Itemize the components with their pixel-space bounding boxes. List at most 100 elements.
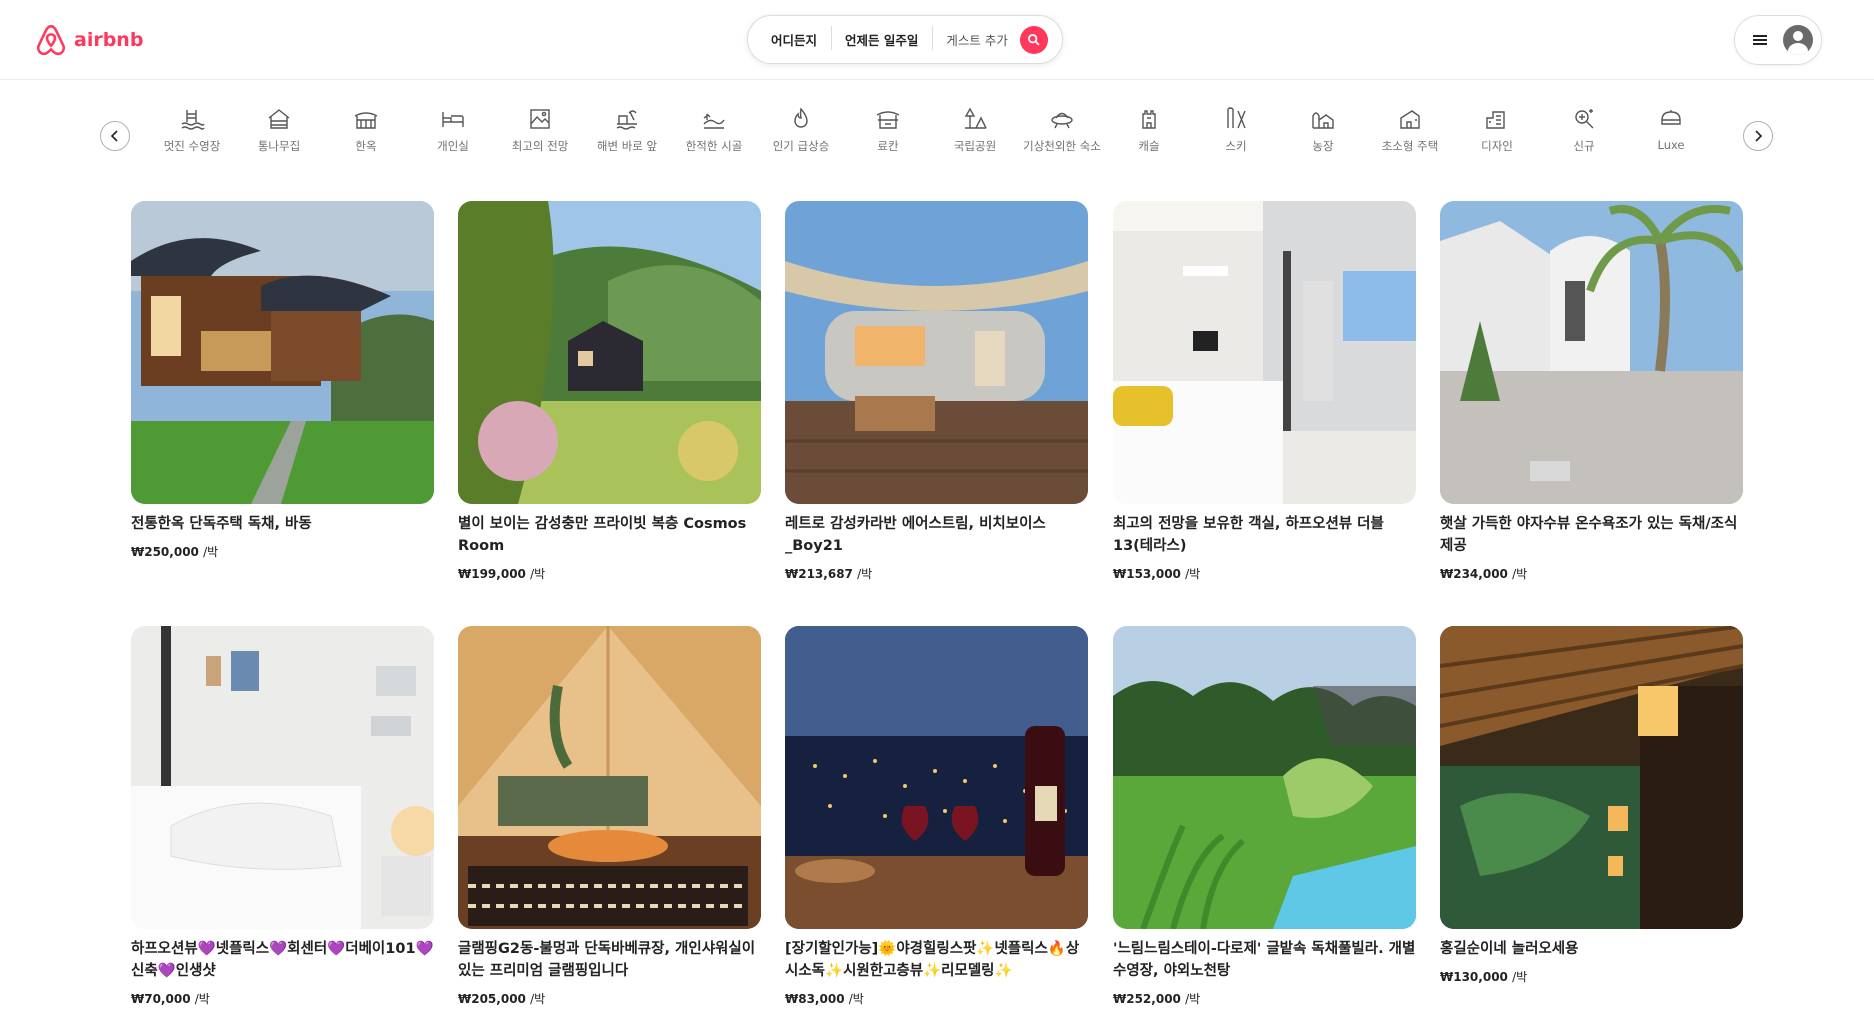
ski-icon [1227, 107, 1246, 129]
listing-price: ₩234,000 /박 [1440, 565, 1743, 582]
chevron-right-icon [1755, 130, 1763, 142]
listing-title[interactable]: 최고의 전망을 보유한 객실, 하프오션뷰 더블13(테라스) [1113, 513, 1416, 557]
category-list: 멋진 수영장 통나무집 한옥 개인실 최고의 전망 해변 바로 앞 한적한 시골 [137, 100, 1743, 170]
category-label: 최고의 전망 [511, 139, 569, 153]
hamburger-menu-icon [1753, 35, 1767, 45]
airbnb-logo[interactable]: airbnb [34, 22, 143, 58]
category-prev-button[interactable] [100, 121, 130, 151]
price-value: ₩250,000 [131, 545, 199, 559]
listing-title[interactable]: 글램핑G2동-불멍과 단독바베큐장, 개인샤워실이 있는 프리미엄 글램핑입니다 [458, 938, 761, 982]
listing-photo[interactable] [458, 626, 761, 929]
search-guests[interactable]: 게스트 추가 [932, 26, 1017, 50]
brand-name: airbnb [74, 29, 144, 51]
listing-card[interactable]: [장기할인가능]🌞야경힐링스팟✨넷플릭스🔥상시소독✨시원한고층뷰✨리모델링✨ ₩… [785, 626, 1088, 1007]
listing-card[interactable]: 홍길순이네 놀러오세용 ₩130,000 /박 [1440, 626, 1743, 985]
tiny-home-icon [1400, 110, 1420, 129]
category-label: 농장 [1312, 139, 1334, 153]
listing-title[interactable]: '느림느림스테이-다로제' 글밭속 독채풀빌라. 개별수영장, 야외노천탕 [1113, 938, 1416, 982]
listing-title[interactable]: 하프오션뷰💜넷플릭스💜회센터💜더베이101💜신축💜인생샷 [131, 938, 434, 982]
listing-title[interactable]: [장기할인가능]🌞야경힐링스팟✨넷플릭스🔥상시소독✨시원한고층뷰✨리모델링✨ [785, 938, 1088, 982]
farm-icon [1312, 112, 1334, 129]
beach-icon [616, 110, 637, 130]
category-label: 한적한 시골 [685, 139, 743, 153]
price-value: ₩83,000 [785, 992, 845, 1006]
search-bar[interactable]: 어디든지 언제든 일주일 게스트 추가 [747, 15, 1063, 64]
listing-card[interactable]: 별이 보이는 감성충만 프라이빗 복층 Cosmos Room ₩199,000… [458, 201, 761, 582]
category-bar: 멋진 수영장 통나무집 한옥 개인실 최고의 전망 해변 바로 앞 한적한 시골 [0, 100, 1874, 170]
listing-price: ₩252,000 /박 [1113, 990, 1416, 1007]
price-unit: /박 [1185, 567, 1201, 581]
category-label: 멋진 수영장 [163, 139, 221, 153]
category-label: 인기 급상승 [772, 139, 830, 153]
listing-title[interactable]: 전통한옥 단독주택 독채, 바동 [131, 513, 434, 535]
cabin-icon [268, 109, 290, 129]
park-icon [964, 107, 987, 129]
listing-price: ₩153,000 /박 [1113, 565, 1416, 582]
category-label: 초소형 주택 [1381, 139, 1439, 153]
price-value: ₩234,000 [1440, 567, 1508, 581]
category-label: 스키 [1225, 139, 1247, 153]
listing-card[interactable]: 글램핑G2동-불멍과 단독바베큐장, 개인샤워실이 있는 프리미엄 글램핑입니다… [458, 626, 761, 1007]
new-icon [1575, 109, 1594, 129]
category-label: 료칸 [877, 139, 899, 153]
price-unit: /박 [203, 545, 219, 559]
fire-icon [794, 107, 808, 128]
price-unit: /박 [848, 992, 864, 1006]
price-value: ₩199,000 [458, 567, 526, 581]
price-unit: /박 [1512, 567, 1528, 581]
listing-photo[interactable] [131, 201, 434, 504]
search-icon [1028, 34, 1040, 46]
category-next-button[interactable] [1743, 121, 1773, 151]
listing-card[interactable]: 하프오션뷰💜넷플릭스💜회센터💜더베이101💜신축💜인생샷 ₩70,000 /박 [131, 626, 434, 1007]
price-unit: /박 [194, 992, 210, 1006]
category-item-luxe[interactable]: Luxe [1616, 106, 1726, 152]
listing-card[interactable]: 레트로 감성카라반 에어스트림, 비치보이스 _Boy21 ₩213,687 /… [785, 201, 1088, 582]
ryokan-icon [876, 111, 900, 129]
listing-photo[interactable] [1440, 201, 1743, 504]
view-icon [530, 109, 550, 129]
listing-photo[interactable] [131, 626, 434, 929]
listing-price: ₩70,000 /박 [131, 990, 434, 1007]
price-unit: /박 [530, 992, 546, 1006]
user-menu-button[interactable] [1734, 15, 1822, 65]
avatar [1783, 25, 1813, 55]
listing-title[interactable]: 레트로 감성카라반 에어스트림, 비치보이스 _Boy21 [785, 513, 1088, 557]
category-label: 캐슬 [1138, 139, 1160, 153]
listing-card[interactable]: 전통한옥 단독주택 독채, 바동 ₩250,000 /박 [131, 201, 434, 560]
listing-card[interactable]: 최고의 전망을 보유한 객실, 하프오션뷰 더블13(테라스) ₩153,000… [1113, 201, 1416, 582]
category-label: 한옥 [355, 139, 377, 153]
price-value: ₩130,000 [1440, 970, 1508, 984]
search-when[interactable]: 언제든 일주일 [831, 26, 932, 50]
bed-icon [442, 112, 464, 127]
listing-photo[interactable] [785, 626, 1088, 929]
price-unit: /박 [530, 567, 546, 581]
price-unit: /박 [857, 567, 873, 581]
listing-photo[interactable] [1440, 626, 1743, 929]
price-value: ₩213,687 [785, 567, 853, 581]
chevron-left-icon [110, 130, 118, 142]
listing-photo[interactable] [1113, 201, 1416, 504]
listing-price: ₩83,000 /박 [785, 990, 1088, 1007]
listing-photo[interactable] [458, 201, 761, 504]
listing-price: ₩213,687 /박 [785, 565, 1088, 582]
listing-title[interactable]: 홍길순이네 놀러오세용 [1440, 938, 1743, 960]
top-header: airbnb 어디든지 언제든 일주일 게스트 추가 [0, 0, 1874, 80]
price-unit: /박 [1512, 970, 1528, 984]
price-value: ₩153,000 [1113, 567, 1181, 581]
listing-card[interactable]: 햇살 가득한 야자수뷰 온수욕조가 있는 독채/조식제공 ₩234,000 /박 [1440, 201, 1743, 582]
listing-price: ₩130,000 /박 [1440, 968, 1743, 985]
hanok-icon [354, 112, 378, 129]
listing-title[interactable]: 햇살 가득한 야자수뷰 온수욕조가 있는 독채/조식제공 [1440, 513, 1743, 557]
listing-photo[interactable] [785, 201, 1088, 504]
price-value: ₩70,000 [131, 992, 191, 1006]
listing-photo[interactable] [1113, 626, 1416, 929]
listing-price: ₩199,000 /박 [458, 565, 761, 582]
design-icon [1486, 111, 1505, 129]
search-where[interactable]: 어디든지 [748, 30, 831, 49]
category-label: 국립공원 [953, 139, 997, 153]
castle-icon [1142, 110, 1156, 129]
search-button[interactable] [1019, 25, 1048, 54]
listing-title[interactable]: 별이 보이는 감성충만 프라이빗 복층 Cosmos Room [458, 513, 761, 557]
listing-card[interactable]: '느림느림스테이-다로제' 글밭속 독채풀빌라. 개별수영장, 야외노천탕 ₩2… [1113, 626, 1416, 1007]
pool-icon [181, 110, 205, 130]
